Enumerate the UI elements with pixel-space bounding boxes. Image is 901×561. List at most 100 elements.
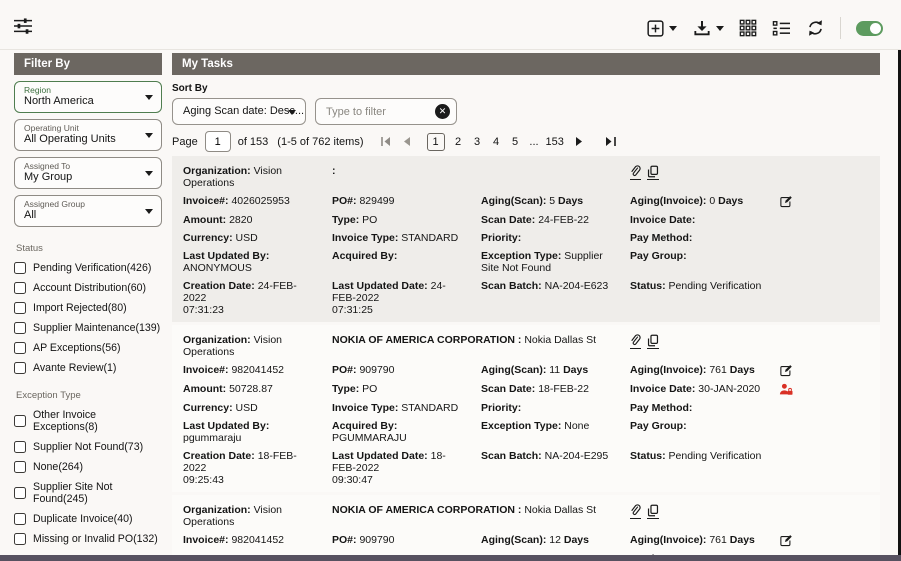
paperclip-icon[interactable]: [630, 504, 641, 519]
grid-view-button[interactable]: [739, 19, 757, 37]
page-number-last[interactable]: 153: [545, 136, 565, 148]
checkbox-icon: [14, 282, 26, 294]
exception-checkbox[interactable]: Supplier Not Found(73): [14, 441, 162, 453]
filter-sliders-icon[interactable]: [12, 17, 34, 35]
download-menu-button[interactable]: [692, 19, 724, 38]
exception-checkbox[interactable]: None(264): [14, 461, 162, 473]
checkbox-icon: [14, 362, 26, 374]
assigned-to-label: Assigned To: [24, 161, 143, 171]
aging-scan-field: Aging(Scan): 11 Days: [481, 364, 630, 377]
last-updated-by-field: Last Updated By: pgummaraju: [183, 420, 332, 444]
status-section-title: Status: [16, 243, 162, 254]
scan-batch-field: Scan Batch: NA-204-E295: [481, 450, 630, 486]
page-number-current[interactable]: 1: [427, 133, 445, 151]
checkbox-icon: [14, 342, 26, 354]
checkbox-label: Import Rejected(80): [33, 302, 127, 314]
sort-by-label: Sort By: [172, 83, 880, 95]
card-actions: [630, 504, 779, 528]
status-checkbox[interactable]: AP Exceptions(56): [14, 342, 162, 354]
paperclip-icon[interactable]: [630, 165, 641, 180]
last-page-icon[interactable]: [605, 136, 625, 147]
priority-field: Priority:: [481, 232, 630, 244]
checkbox-label: Supplier Not Found(73): [33, 441, 143, 453]
task-card[interactable]: Organization: Vision Operations NOKIA OF…: [172, 325, 880, 492]
next-page-icon[interactable]: [575, 136, 595, 147]
operating-unit-value: All Operating Units: [24, 133, 143, 146]
status-checkbox[interactable]: Pending Verification(426): [14, 262, 162, 274]
first-page-icon[interactable]: [380, 136, 400, 147]
edit-icon[interactable]: [779, 364, 793, 377]
card-actions: [630, 165, 779, 189]
supplier-field: :: [332, 165, 630, 189]
edit-icon[interactable]: [779, 195, 793, 208]
exception-type-field: Exception Type: Supplier Site Not Found: [481, 250, 630, 274]
page-number-input[interactable]: [205, 131, 231, 152]
assigned-to-value: My Group: [24, 171, 143, 184]
assigned-group-dropdown[interactable]: Assigned Group All: [14, 195, 162, 227]
checkbox-icon: [14, 415, 26, 427]
status-checkbox[interactable]: Account Distribution(60): [14, 282, 162, 294]
invoice-date-field: Invoice Date: 30-JAN-2020: [630, 383, 779, 396]
region-dropdown[interactable]: Region North America: [14, 81, 162, 113]
aging-invoice-field: Aging(Invoice): 761 Days: [630, 534, 779, 547]
po-field: PO#: 909790: [332, 364, 481, 377]
prev-page-icon[interactable]: [402, 136, 422, 147]
checkbox-label: Supplier Maintenance(139): [33, 322, 160, 334]
checkbox-label: Pending Verification(426): [33, 262, 151, 274]
acquired-by-field: Acquired By:: [332, 250, 481, 274]
chevron-down-icon: [145, 209, 153, 214]
task-card[interactable]: Organization: Vision Operations NOKIA OF…: [172, 495, 880, 561]
download-icon: [692, 19, 712, 38]
exception-checkbox[interactable]: Duplicate Invoice(40): [14, 513, 162, 525]
supplier-field: NOKIA OF AMERICA CORPORATION : Nokia Dal…: [332, 334, 630, 358]
list-view-button[interactable]: [772, 20, 791, 37]
page-number[interactable]: 2: [450, 136, 467, 148]
scan-batch-field: Scan Batch: NA-204-E623: [481, 280, 630, 316]
region-value: North America: [24, 95, 143, 108]
task-card[interactable]: Organization: Vision Operations : Invoic…: [172, 156, 880, 322]
page-number[interactable]: 4: [488, 136, 505, 148]
region-label: Region: [24, 85, 143, 95]
paperclip-icon[interactable]: [630, 334, 641, 349]
refresh-button[interactable]: [806, 19, 825, 37]
checkbox-label: Avante Review(1): [33, 362, 116, 374]
organization-field: Organization: Vision Operations: [183, 334, 332, 358]
acquired-user-icon[interactable]: [779, 383, 793, 396]
last-updated-date-field: Last Updated Date: 18-FEB-202209:30:47: [332, 450, 481, 486]
status-checkbox[interactable]: Supplier Maintenance(139): [14, 322, 162, 334]
exception-section-title: Exception Type: [16, 390, 162, 401]
last-updated-by-field: Last Updated By: ANONYMOUS: [183, 250, 332, 274]
status-field: Status: Pending Verification: [630, 280, 779, 316]
clear-filter-icon[interactable]: ✕: [435, 104, 450, 119]
copy-icon[interactable]: [647, 165, 659, 180]
assigned-to-dropdown[interactable]: Assigned To My Group: [14, 157, 162, 189]
checkbox-icon: [14, 322, 26, 334]
status-checkbox[interactable]: Avante Review(1): [14, 362, 162, 374]
bottom-scrollbar[interactable]: [0, 555, 901, 561]
copy-icon[interactable]: [647, 504, 659, 519]
edit-icon[interactable]: [779, 534, 793, 547]
aging-scan-field: Aging(Scan): 12 Days: [481, 534, 630, 547]
copy-icon[interactable]: [647, 334, 659, 349]
supplier-field: NOKIA OF AMERICA CORPORATION : Nokia Dal…: [332, 504, 630, 528]
exception-checkbox[interactable]: Missing or Invalid PO(132): [14, 533, 162, 545]
checkbox-label: AP Exceptions(56): [33, 342, 121, 354]
page-number[interactable]: 5: [507, 136, 524, 148]
po-field: PO#: 829499: [332, 195, 481, 208]
sort-dropdown[interactable]: Aging Scan date: Desc...: [172, 98, 306, 125]
assigned-group-value: All: [24, 209, 143, 222]
add-document-menu-button[interactable]: [646, 19, 677, 38]
exception-checkbox[interactable]: Supplier Site Not Found(245): [14, 481, 162, 505]
pay-group-field: Pay Group:: [630, 420, 779, 444]
items-count-label: (1-5 of 762 items): [277, 136, 363, 148]
page-number[interactable]: 3: [469, 136, 486, 148]
pay-method-field: Pay Method:: [630, 232, 779, 244]
exception-checkbox[interactable]: Other Invoice Exceptions(8): [14, 409, 162, 433]
page-ellipsis: ...: [526, 136, 543, 148]
operating-unit-dropdown[interactable]: Operating Unit All Operating Units: [14, 119, 162, 151]
view-toggle-switch[interactable]: [856, 21, 883, 36]
organization-field: Organization: Vision Operations: [183, 165, 332, 189]
organization-field: Organization: Vision Operations: [183, 504, 332, 528]
checkbox-label: Supplier Site Not Found(245): [33, 481, 162, 505]
status-checkbox[interactable]: Import Rejected(80): [14, 302, 162, 314]
